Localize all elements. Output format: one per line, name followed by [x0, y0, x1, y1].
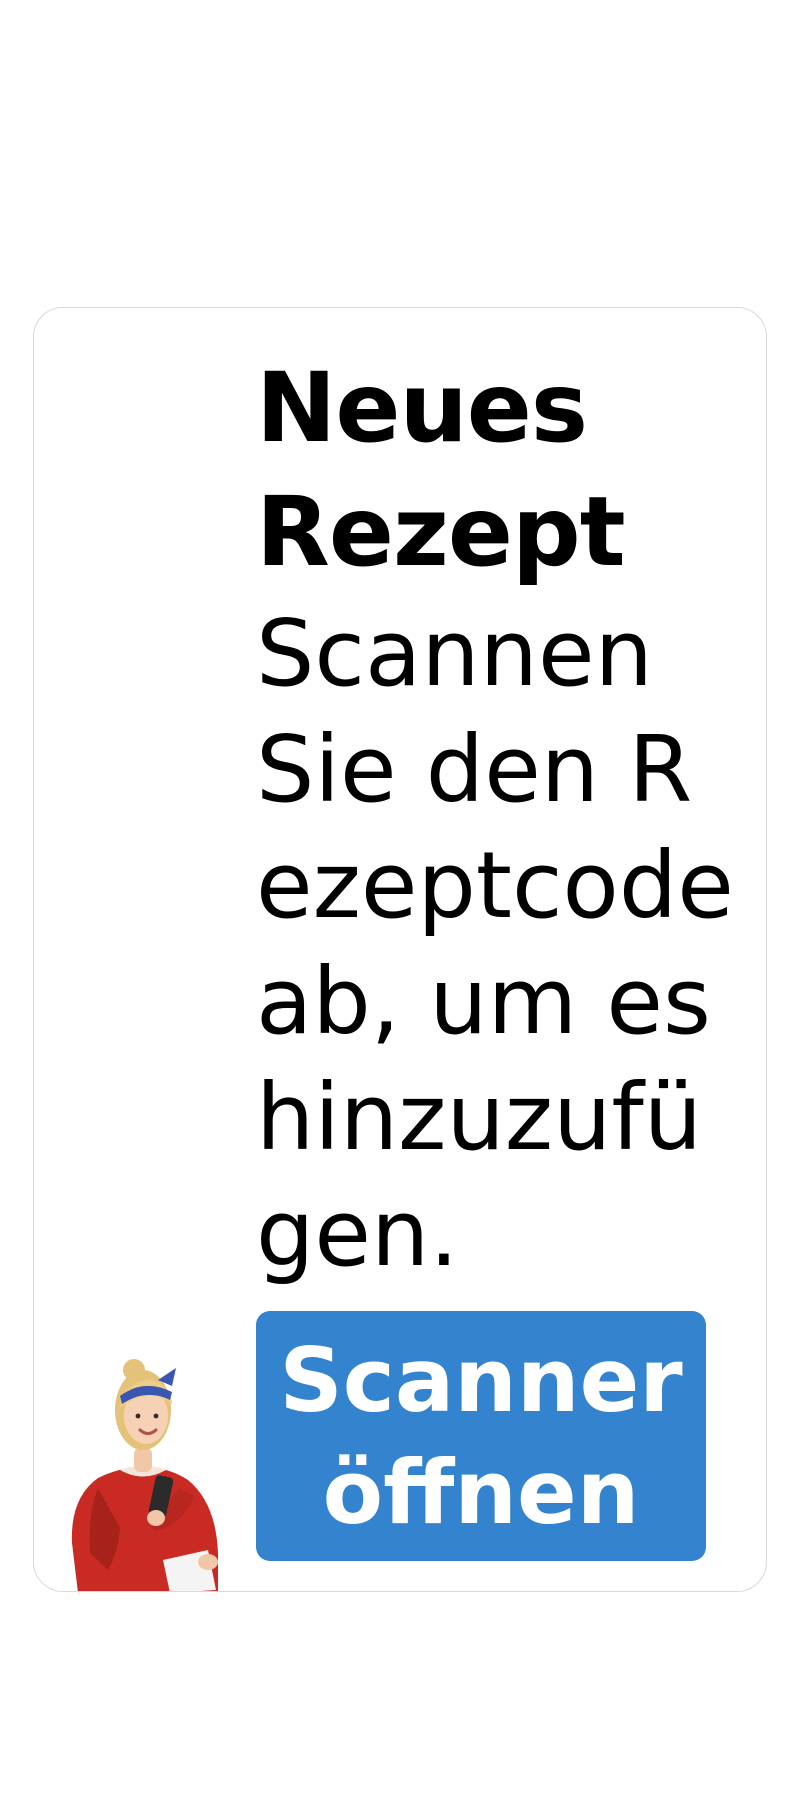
new-prescription-card: Neues Rezept Scannen Sie den Rezeptcode … — [33, 307, 767, 1592]
card-content: Neues Rezept Scannen Sie den Rezeptcode … — [256, 346, 746, 1292]
open-scanner-button[interactable]: Scanner öffnen — [256, 1311, 706, 1561]
card-description: Scannen Sie den Rezeptcode ab, um es hin… — [256, 600, 734, 1287]
card-title: Neues Rezept — [256, 352, 626, 588]
woman-holding-phone-illustration — [58, 1338, 228, 1591]
